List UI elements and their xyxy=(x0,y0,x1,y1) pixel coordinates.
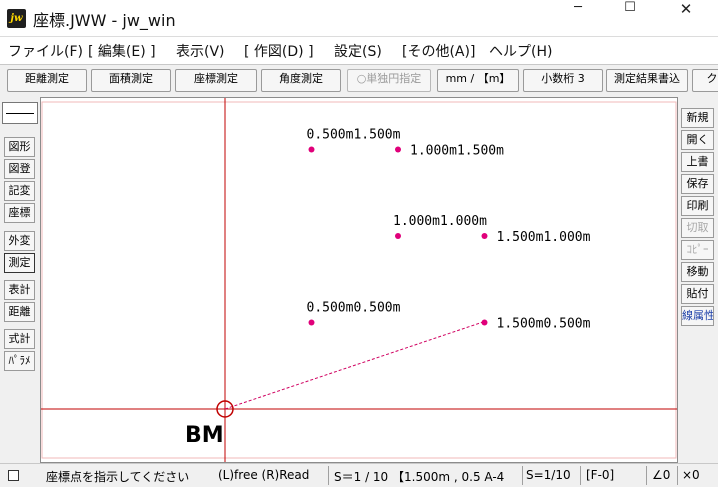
status-separator xyxy=(677,466,678,485)
coordinate-label: 1.000m1.000m xyxy=(393,214,487,229)
coordinate-point[interactable] xyxy=(308,319,315,326)
file-open-button[interactable]: 開く xyxy=(681,130,714,150)
status-bar: 座標点を指示してください (L)free (R)Read S＝1 / 10 【1… xyxy=(0,463,718,487)
menu-draw[interactable]: [ 作図(D) ] xyxy=(244,41,314,61)
tool-coordinate[interactable]: 座標 xyxy=(4,203,35,223)
tool-table-calc[interactable]: 表計 xyxy=(4,280,35,300)
line-attribute-button[interactable]: 線属性 xyxy=(681,306,714,326)
rubber-band-line xyxy=(224,320,487,410)
move-button[interactable]: 移動 xyxy=(681,262,714,282)
zoom-info[interactable]: ×0 xyxy=(682,468,700,482)
benchmark-label: BM xyxy=(185,423,224,448)
status-separator xyxy=(580,466,581,485)
menu-edit[interactable]: [ 編集(E) ] xyxy=(88,41,156,61)
minimize-button[interactable]: ─ xyxy=(554,0,602,36)
coordinate-point[interactable] xyxy=(395,146,401,153)
line-sample xyxy=(6,113,34,114)
menu-other[interactable]: [その他(A)] xyxy=(402,41,475,61)
coordinate-label: 0.500m0.500m xyxy=(307,301,401,316)
coordinate-measure-button[interactable]: 座標測定 xyxy=(175,69,257,92)
coordinate-label: 0.500m1.500m xyxy=(307,128,401,143)
status-separator xyxy=(646,466,647,485)
coordinate-point[interactable] xyxy=(481,319,488,326)
maximize-button[interactable]: ☐ xyxy=(606,0,654,36)
unit-toggle-button[interactable]: mm / 【m】 xyxy=(437,69,519,92)
line-type-selector[interactable] xyxy=(2,102,38,124)
print-button[interactable]: 印刷 xyxy=(681,196,714,216)
right-toolbar: 新規 開く 上書 保存 印刷 切取 ｺﾋﾟｰ 移動 貼付 線属性 xyxy=(678,97,718,463)
scale-short[interactable]: S=1/10 xyxy=(526,468,571,482)
tool-external-convert[interactable]: 外変 xyxy=(4,231,35,251)
status-message: 座標点を指示してください xyxy=(46,470,190,484)
title-bar: jw 座標.JWW - jw_win ─ ☐ ✕ xyxy=(0,0,718,37)
single-circle-button[interactable]: ○単独円指定 xyxy=(347,69,431,92)
tool-measure[interactable]: 測定 xyxy=(4,253,35,273)
menu-settings[interactable]: 設定(S) xyxy=(334,41,382,61)
coordinate-point[interactable] xyxy=(308,146,315,153)
status-separator xyxy=(522,466,523,485)
angle-measure-button[interactable]: 角度測定 xyxy=(261,69,341,92)
write-result-button[interactable]: 測定結果書込 xyxy=(606,69,688,92)
tool-symbol-convert[interactable]: 記変 xyxy=(4,181,35,201)
distance-measure-button[interactable]: 距離測定 xyxy=(7,69,87,92)
menu-bar: ファイル(F) [ 編集(E) ] 表示(V) [ 作図(D) ] 設定(S) … xyxy=(0,37,718,64)
coordinate-label: 1.500m1.000m xyxy=(497,230,591,245)
mouse-mode: (L)free (R)Read xyxy=(218,468,310,482)
status-checkbox[interactable] xyxy=(8,470,19,481)
coordinate-label: 1.500m0.500m xyxy=(497,317,591,332)
close-button[interactable]: ✕ xyxy=(662,0,710,36)
measure-toolbar: 距離測定 面積測定 座標測定 角度測定 ○単独円指定 mm / 【m】 小数桁 … xyxy=(0,64,718,97)
file-save-button[interactable]: 保存 xyxy=(681,174,714,194)
menu-help[interactable]: ヘルプ(H) xyxy=(489,41,552,61)
menu-view[interactable]: 表示(V) xyxy=(176,41,225,61)
coordinate-points: 0.500m1.500m 1.000m1.500m 1.000m1.000m 1.50… xyxy=(307,128,591,332)
status-separator xyxy=(328,466,329,485)
app-icon: jw xyxy=(7,9,26,28)
left-toolbar: 図形 図登 記変 座標 外変 測定 表計 距離 式計 ﾊﾟﾗﾒ xyxy=(0,97,40,463)
menu-file[interactable]: ファイル(F) xyxy=(8,41,83,61)
tool-distance[interactable]: 距離 xyxy=(4,302,35,322)
copy-button[interactable]: ｺﾋﾟｰ xyxy=(681,240,714,260)
tool-figure-register[interactable]: 図登 xyxy=(4,159,35,179)
tool-figure[interactable]: 図形 xyxy=(4,137,35,157)
file-overwrite-button[interactable]: 上書 xyxy=(681,152,714,172)
coordinate-point[interactable] xyxy=(481,233,488,239)
angle-info[interactable]: ∠0 xyxy=(652,468,670,482)
tool-parametric[interactable]: ﾊﾟﾗﾒ xyxy=(4,351,35,371)
drawing-canvas[interactable]: BM 0.500m1.500m 1.000m1.500m 1.000m1.000m 1… xyxy=(40,97,678,463)
decimal-places-button[interactable]: 小数桁 3 xyxy=(523,69,603,92)
window-title: 座標.JWW - jw_win xyxy=(33,11,176,30)
file-new-button[interactable]: 新規 xyxy=(681,108,714,128)
coordinate-label: 1.000m1.500m xyxy=(410,144,504,159)
scale-info[interactable]: S＝1 / 10 【1.500m , 0.5 A-4 xyxy=(334,468,504,485)
layer-info[interactable]: [F-0] xyxy=(586,468,614,482)
drawing-svg[interactable]: BM 0.500m1.500m 1.000m1.500m 1.000m1.000m 1… xyxy=(41,98,677,462)
paste-button[interactable]: 貼付 xyxy=(681,284,714,304)
coordinate-point[interactable] xyxy=(395,233,401,239)
paper-frame xyxy=(41,101,677,459)
area-measure-button[interactable]: 面積測定 xyxy=(91,69,171,92)
tool-formula-calc[interactable]: 式計 xyxy=(4,329,35,349)
cut-button[interactable]: 切取 xyxy=(681,218,714,238)
clear-button[interactable]: ク xyxy=(692,69,718,92)
